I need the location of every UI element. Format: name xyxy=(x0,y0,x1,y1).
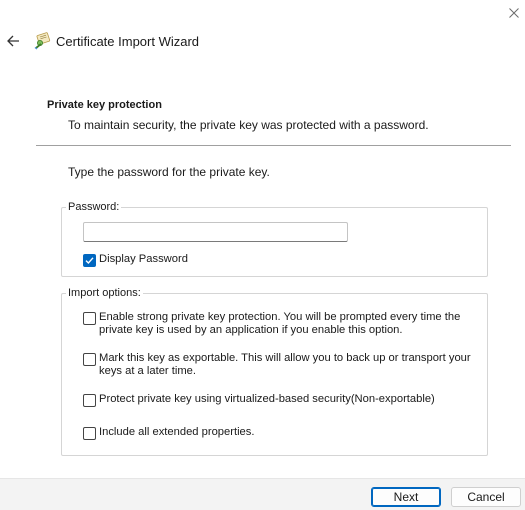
option-strong-protection[interactable]: Enable strong private key protection. Yo… xyxy=(83,311,474,337)
close-button[interactable] xyxy=(503,2,525,24)
option-label: Mark this key as exportable. This will a… xyxy=(99,352,471,377)
option-virtualization-security[interactable]: Protect private key using virtualized-ba… xyxy=(83,393,474,407)
back-arrow-icon xyxy=(6,35,19,47)
certificate-icon xyxy=(34,32,51,50)
next-button[interactable]: Next xyxy=(371,487,441,507)
footer-bar xyxy=(0,478,525,510)
page-heading: Private key protection xyxy=(47,99,162,111)
page-subheading: To maintain security, the private key wa… xyxy=(68,118,429,132)
close-icon xyxy=(509,8,519,18)
option-label: Enable strong private key protection. Yo… xyxy=(99,311,461,336)
display-password-checkbox[interactable]: Display Password xyxy=(83,253,188,267)
checkbox-box[interactable] xyxy=(83,254,96,267)
back-button[interactable] xyxy=(2,30,24,52)
option-extended-properties[interactable]: Include all extended properties. xyxy=(83,426,474,440)
display-password-label: Display Password xyxy=(99,253,188,265)
import-options-label: Import options: xyxy=(66,287,143,299)
checkmark-icon xyxy=(85,257,94,265)
cancel-button[interactable]: Cancel xyxy=(451,487,521,507)
checkbox-box[interactable] xyxy=(83,394,96,407)
option-mark-exportable[interactable]: Mark this key as exportable. This will a… xyxy=(83,352,474,378)
password-input[interactable] xyxy=(83,222,348,242)
wizard-title: Certificate Import Wizard xyxy=(56,34,200,49)
checkbox-box[interactable] xyxy=(83,427,96,440)
checkbox-box[interactable] xyxy=(83,353,96,366)
option-label: Include all extended properties. xyxy=(99,426,255,438)
header-divider xyxy=(36,145,511,146)
checkbox-box[interactable] xyxy=(83,312,96,325)
instruction-text: Type the password for the private key. xyxy=(68,165,270,179)
password-group-label: Password: xyxy=(66,201,122,213)
option-label: Protect private key using virtualized-ba… xyxy=(99,393,435,405)
